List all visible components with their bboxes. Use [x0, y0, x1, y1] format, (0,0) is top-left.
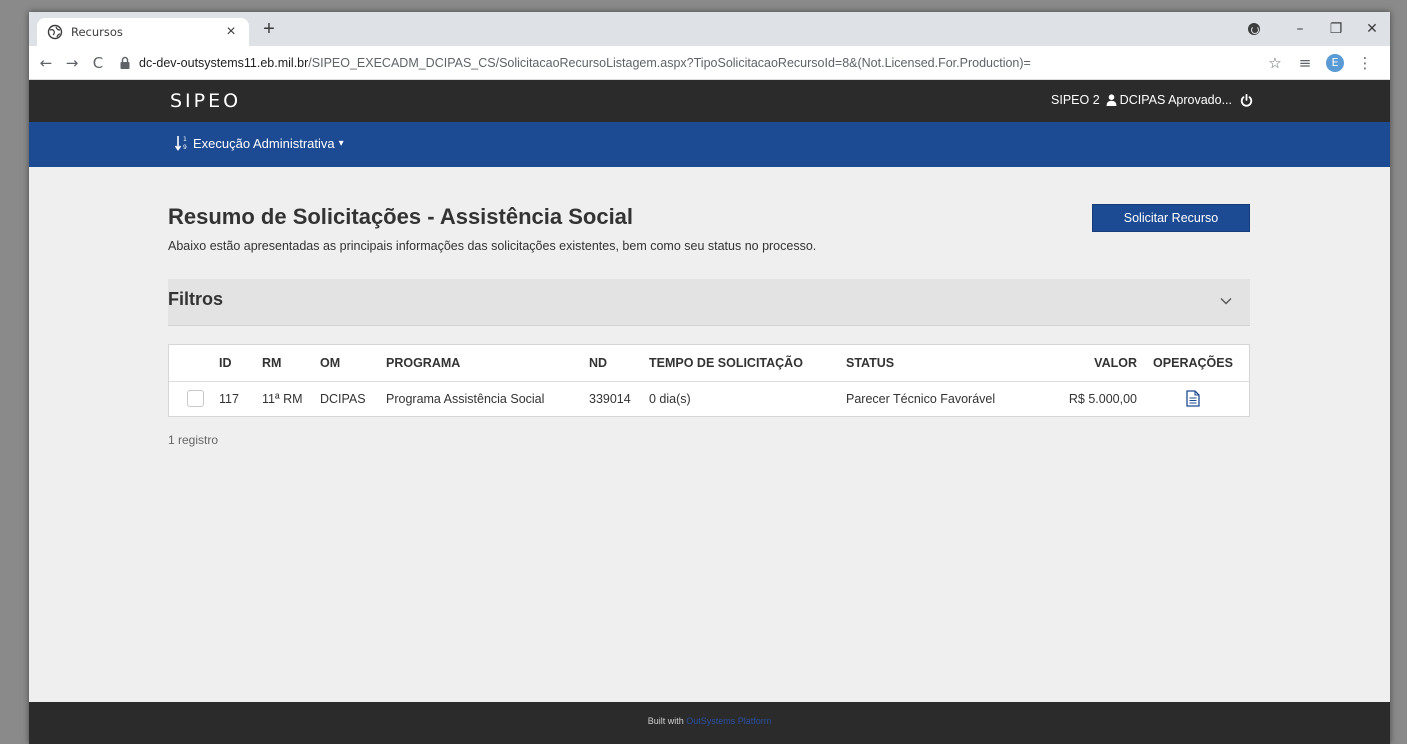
url-host: dc-dev-outsystems11.eb.mil.br [139, 55, 309, 70]
built-with-label: Built with [647, 716, 684, 726]
records-count: 1 registro [168, 433, 219, 447]
system-name[interactable]: SIPEO 2 [1051, 93, 1100, 107]
column-nd[interactable]: ND [589, 345, 649, 382]
cell-om: DCIPAS [320, 391, 366, 406]
svg-text:1: 1 [183, 136, 187, 143]
sipeo-logo[interactable]: SIPEO [170, 90, 241, 112]
main-menu: 19 Execução Administrativa ▾ [29, 122, 1390, 167]
row-checkbox[interactable] [187, 390, 204, 408]
close-window-button[interactable]: ✕ [1354, 21, 1390, 37]
built-with-text: Built with OutSystems Platform [29, 716, 1390, 726]
cell-operacoes [1137, 381, 1249, 416]
forward-button[interactable]: → [59, 54, 85, 72]
browser-window: Recursos × + – ❐ ✕ ← → C dc-dev-outsyste… [29, 12, 1390, 744]
menu-item-execucao-administrativa[interactable]: 19 Execução Administrativa ▾ [175, 135, 344, 151]
column-status[interactable]: STATUS [846, 345, 1038, 382]
cell-status: Parecer Técnico Favorável [846, 391, 996, 406]
lock-icon[interactable] [119, 56, 131, 70]
page-title: Resumo de Solicitações - Assistência Soc… [168, 204, 634, 229]
outsystems-link[interactable]: OutSystems Platform [686, 716, 771, 726]
column-operacoes: OPERAÇÕES [1137, 345, 1249, 382]
solicitar-recurso-button[interactable]: Solicitar Recurso [1092, 204, 1250, 232]
minimize-button[interactable]: – [1282, 21, 1318, 37]
table-header-row: ID RM OM PROGRAMA ND TEMPO DE SOLICITAÇÃ… [169, 345, 1249, 382]
browser-menu-icon[interactable]: ⋮ [1350, 54, 1380, 72]
back-button[interactable]: ← [33, 54, 59, 72]
column-rm[interactable]: RM [262, 345, 320, 382]
sort-numeric-icon: 19 [175, 135, 189, 151]
table-row: 117 11ª RM DCIPAS Programa Assistência S… [169, 381, 1249, 416]
row-select-cell [169, 381, 219, 416]
page-footer: Built with OutSystems Platform [29, 702, 1390, 744]
column-om[interactable]: OM [320, 345, 386, 382]
column-id[interactable]: ID [219, 345, 262, 382]
user-name[interactable]: DCIPAS Aprovado... [1120, 93, 1232, 107]
browser-toolbar: ← → C dc-dev-outsystems11.eb.mil.br/SIPE… [29, 46, 1390, 80]
address-bar[interactable]: dc-dev-outsystems11.eb.mil.br/SIPEO_EXEC… [119, 50, 1260, 76]
browser-tab[interactable]: Recursos × [37, 18, 249, 46]
cell-valor: R$ 5.000,00 [1068, 391, 1137, 406]
filters-panel[interactable]: Filtros [168, 279, 1250, 326]
cell-id: 117 [219, 391, 239, 406]
logout-power-icon[interactable] [1240, 93, 1253, 107]
cell-nd: 339014 [589, 391, 631, 406]
reading-list-icon[interactable]: ≡ [1290, 54, 1320, 72]
chevron-down-icon[interactable] [1220, 297, 1232, 305]
cell-rm: 11ª RM [262, 391, 303, 406]
profile-avatar[interactable]: E [1326, 53, 1344, 72]
maximize-button[interactable]: ❐ [1318, 21, 1354, 37]
toolbar-actions: ☆ ≡ E ⋮ [1260, 53, 1390, 72]
tab-title: Recursos [71, 25, 123, 39]
app-header: SIPEO SIPEO 2 DCIPAS Aprovado... [29, 80, 1390, 122]
column-programa[interactable]: PROGRAMA [386, 345, 589, 382]
main-content: Resumo de Solicitações - Assistência Soc… [29, 167, 1390, 702]
column-select [169, 345, 219, 382]
tab-close-icon[interactable]: × [223, 24, 239, 40]
profile-menu-icon[interactable] [1248, 23, 1260, 35]
page-subtitle: Abaixo estão apresentadas as principais … [168, 239, 817, 253]
globe-icon [47, 24, 63, 40]
filters-title: Filtros [168, 289, 224, 309]
column-valor[interactable]: VALOR [1038, 345, 1137, 382]
tab-strip: Recursos × + – ❐ ✕ [29, 12, 1390, 46]
cell-programa: Programa Assistência Social [386, 391, 545, 406]
reload-button[interactable]: C [85, 54, 111, 72]
caret-down-icon: ▾ [338, 137, 344, 149]
requests-table: ID RM OM PROGRAMA ND TEMPO DE SOLICITAÇÃ… [168, 344, 1250, 417]
svg-text:9: 9 [183, 144, 187, 151]
user-icon [1106, 94, 1117, 106]
new-tab-button[interactable]: + [258, 18, 280, 40]
menu-item-label: Execução Administrativa [193, 135, 335, 151]
url-path: /SIPEO_EXECADM_DCIPAS_CS/SolicitacaoRecu… [308, 55, 1031, 70]
user-area: SIPEO 2 DCIPAS Aprovado... [1051, 93, 1253, 107]
column-tempo[interactable]: TEMPO DE SOLICITAÇÃO [649, 345, 846, 382]
document-details-icon[interactable] [1186, 390, 1200, 407]
window-controls: – ❐ ✕ [1248, 12, 1390, 46]
bookmark-star-icon[interactable]: ☆ [1260, 54, 1290, 72]
cell-tempo: 0 dia(s) [649, 391, 691, 406]
